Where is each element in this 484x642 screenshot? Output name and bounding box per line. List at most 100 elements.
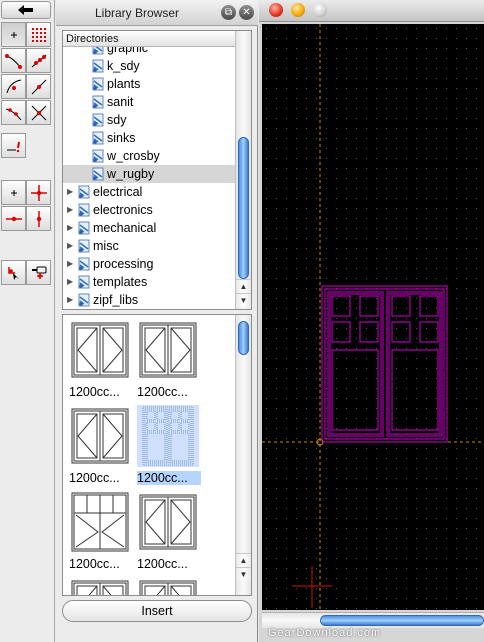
tree-item-k-sdy[interactable]: k_sdy [63, 57, 235, 75]
back-button[interactable] [1, 1, 51, 19]
window-casement-icon [137, 491, 201, 553]
library-folder-icon [78, 221, 90, 235]
scroll-up-arrow[interactable]: ▲ [236, 553, 251, 567]
drawing-scroll-thumb[interactable] [320, 615, 484, 626]
disclosure-triangle-icon[interactable]: ▶ [67, 291, 77, 309]
window-casement-icon [69, 577, 133, 595]
library-browser-panel: Library Browser ⧉ ✕ Directories graphic k… [56, 0, 258, 642]
thumbnail-caption: 1200cc... [137, 471, 201, 485]
tree-item-label: sdy [107, 113, 127, 127]
tree-item-sdy[interactable]: sdy [63, 111, 235, 129]
snap-free-button[interactable] [1, 22, 26, 47]
tree-item-label: electrical [93, 185, 143, 199]
disclosure-triangle-icon[interactable]: ▶ [67, 201, 77, 219]
scroll-down-arrow[interactable]: ▼ [236, 567, 251, 581]
snap-center-button[interactable] [1, 74, 26, 99]
snap-middle-button[interactable] [26, 74, 51, 99]
tree-item-w-crosby[interactable]: w_crosby [63, 147, 235, 165]
library-folder-icon [92, 59, 104, 73]
thumbnail-caption: 1200cc... [137, 557, 188, 571]
window-casement-icon [137, 319, 201, 381]
disclosure-triangle-icon[interactable]: ▶ [67, 273, 77, 291]
tree-item-templates[interactable]: ▶ templates [63, 273, 235, 291]
relative-zero-button[interactable] [1, 260, 26, 285]
restrict-vertical-button[interactable] [26, 206, 51, 231]
snap-center-icon [6, 79, 21, 93]
close-panel-button[interactable]: ✕ [239, 5, 254, 20]
tree-item-label: templates [93, 275, 148, 289]
disclosure-triangle-icon[interactable]: ▶ [67, 255, 77, 273]
library-folder-icon [78, 275, 90, 289]
snap-grid-button[interactable] [26, 22, 51, 47]
tree-item-label: plants [107, 77, 141, 91]
directories-scrollbar[interactable]: ▲ ▼ [235, 31, 251, 309]
directory-list: graphic k_sdyplants sanit sdy sinks w_crosbyw… [63, 47, 235, 309]
snap-free-icon [10, 31, 17, 38]
restrict-horizontal-button[interactable] [1, 206, 26, 231]
snap-distance-icon [5, 107, 21, 120]
restrict-orthogonal-icon [30, 184, 47, 201]
window-casement-icon [69, 319, 133, 381]
tree-item-zipf-libs[interactable]: ▶ zipf_libs [63, 291, 235, 309]
snap-reference-button[interactable] [1, 133, 26, 158]
cad-toolbar [0, 0, 55, 642]
insert-button[interactable]: Insert [62, 600, 252, 622]
restrict-nothing-icon [10, 189, 17, 196]
thumbnail-caption: 1200cc... [69, 557, 120, 571]
scroll-up-arrow[interactable]: ▲ [236, 279, 251, 293]
snap-endpoint-button[interactable] [1, 48, 26, 73]
drawing-canvas[interactable] [262, 24, 484, 610]
close-icon: ✕ [242, 6, 251, 18]
tree-item-processing[interactable]: ▶ processing [63, 255, 235, 273]
restrict-nothing-button[interactable] [1, 180, 26, 205]
lock-relative-zero-button[interactable] [26, 260, 51, 285]
snap-distance-button[interactable] [1, 100, 26, 125]
tree-item-plants[interactable]: plants [63, 75, 235, 93]
snap-on-entity-button[interactable] [26, 48, 51, 73]
library-folder-icon [92, 131, 104, 145]
watermark: GearDownload.com [268, 627, 382, 639]
tree-item-w-rugby[interactable]: w_rugby [63, 165, 235, 183]
tree-item-electronics[interactable]: ▶ electronics [63, 201, 235, 219]
tree-item-label: w_rugby [107, 167, 155, 181]
tree-item-sanit[interactable]: sanit [63, 93, 235, 111]
disclosure-triangle-icon[interactable]: ▶ [67, 237, 77, 255]
snap-intersection-icon [31, 105, 46, 120]
library-folder-icon [92, 95, 104, 109]
library-folder-icon [78, 257, 90, 271]
thumbnails-scrollbar[interactable]: ▲ ▼ [235, 315, 251, 595]
tree-item-misc[interactable]: ▶ misc [63, 237, 235, 255]
lock-relative-zero-icon [31, 266, 46, 279]
library-folder-icon [78, 293, 90, 307]
thumbnails-scroll-thumb[interactable] [238, 321, 249, 355]
snap-intersection-button[interactable] [26, 100, 51, 125]
tree-item-electrical[interactable]: ▶ electrical [63, 183, 235, 201]
disclosure-triangle-icon[interactable]: ▶ [67, 183, 77, 201]
minimize-window-button[interactable] [291, 3, 305, 17]
zoom-window-button[interactable] [313, 3, 327, 17]
library-folder-icon [92, 113, 104, 127]
tree-item-sinks[interactable]: sinks [63, 129, 235, 147]
float-panel-button[interactable]: ⧉ [221, 5, 236, 20]
block-thumbnails: 1200cc... 1200cc... 1200cc... 1200cc... 1200… [62, 314, 252, 596]
tree-item-label: sanit [107, 95, 134, 109]
tree-item-label: zipf_libs [93, 293, 139, 307]
disclosure-triangle-icon[interactable]: ▶ [67, 219, 77, 237]
app-root: Library Browser ⧉ ✕ Directories graphic k… [0, 0, 484, 642]
drawing-svg [262, 24, 484, 610]
close-window-button[interactable] [269, 3, 283, 17]
scroll-down-arrow[interactable]: ▼ [236, 293, 251, 307]
library-folder-icon [78, 239, 90, 253]
directories-tree[interactable]: Directories graphic k_sdyplants sanit sdy si… [62, 30, 252, 310]
window-casement-icon [69, 405, 133, 467]
library-folder-icon [92, 77, 104, 91]
tree-item-graphic[interactable]: graphic [63, 47, 235, 57]
drawing-window-titlebar [259, 0, 484, 22]
directories-column-header[interactable]: Directories [63, 31, 235, 47]
drawing-horizontal-scrollbar[interactable] [262, 612, 484, 628]
restrict-orthogonal-button[interactable] [26, 180, 51, 205]
directories-scroll-thumb[interactable] [238, 137, 249, 279]
snap-middle-icon [31, 79, 46, 94]
library-folder-icon [92, 167, 104, 181]
tree-item-mechanical[interactable]: ▶ mechanical [63, 219, 235, 237]
